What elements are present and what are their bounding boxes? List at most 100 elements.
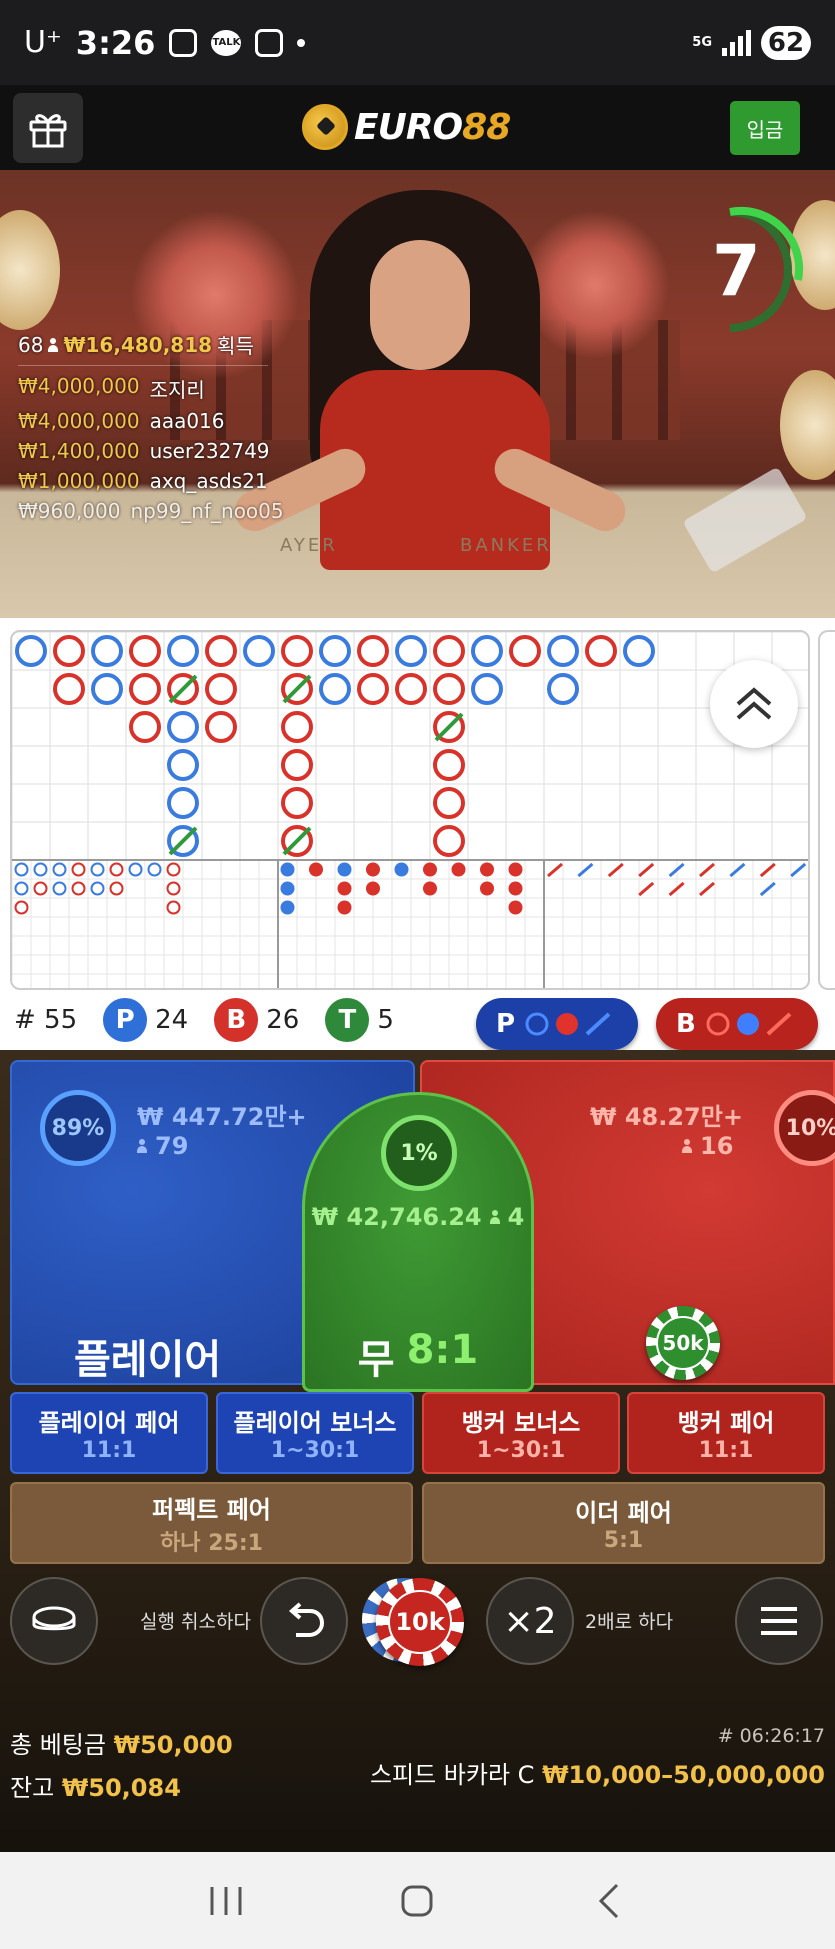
small-road-mark: [309, 862, 323, 877]
small-road-mark: [508, 900, 523, 915]
perfect-pair-button[interactable]: 퍼펙트 페어 하나 25:1: [10, 1482, 413, 1564]
card-shoe: [682, 466, 808, 574]
dealer-face: [370, 240, 470, 370]
big-road-mark: [547, 673, 579, 705]
winner-amount: ₩4,000,000: [18, 409, 140, 433]
cockroach-mark: [759, 881, 776, 897]
big-road-mark: [205, 635, 237, 667]
big-road-mark: [243, 635, 275, 667]
big-eye-mark: [14, 862, 29, 877]
lantern: [0, 210, 60, 330]
player-badge: P: [103, 998, 148, 1042]
big-eye-mark: [90, 862, 105, 877]
player-label: 플레이어: [74, 1337, 222, 1383]
chip-stack-icon: [32, 1606, 76, 1631]
winners-total: ₩16,480,818: [63, 332, 213, 357]
total-bet-value: ₩50,000: [113, 1731, 233, 1759]
big-road-mark: [357, 673, 389, 705]
undo-button[interactable]: [260, 1577, 348, 1665]
bet-totals: 총 베팅금 ₩50,000 잔고 ₩50,084: [10, 1725, 233, 1811]
side-bet-odds: 1~30:1: [270, 1438, 360, 1463]
back-icon[interactable]: [589, 1881, 629, 1921]
person-icon: [137, 1139, 147, 1153]
big-road-mark: [281, 711, 313, 743]
player-pair-button[interactable]: 플레이어 페어 11:1: [10, 1392, 208, 1474]
scoreboard[interactable]: [10, 630, 810, 990]
home-icon[interactable]: [397, 1881, 437, 1921]
round-count: # 55: [14, 1005, 78, 1035]
winners-suffix: 획득: [217, 334, 254, 358]
tie-percent-ring: 1%: [381, 1115, 457, 1191]
screenshot-icon: [255, 28, 284, 57]
either-pair-button[interactable]: 이더 페어 5:1: [422, 1482, 825, 1564]
double-label: 2배로 하다: [585, 1611, 674, 1633]
side-bet-odds: 5:1: [603, 1528, 644, 1553]
side-bet-odds: 11:1: [698, 1438, 754, 1463]
big-road-mark: [395, 673, 427, 705]
big-road-mark: [129, 711, 161, 743]
big-road-mark: [395, 635, 427, 667]
small-road-mark: [366, 862, 380, 877]
recent-apps-icon[interactable]: [206, 1883, 246, 1919]
selected-chip-value: 10k: [388, 1590, 452, 1654]
small-road-mark: [394, 862, 409, 877]
side-bet-odds: 1~30:1: [476, 1438, 566, 1463]
expand-roadmap-button[interactable]: [710, 660, 798, 748]
selected-chip[interactable]: 10k: [376, 1578, 464, 1666]
kakaotalk-icon: TALK: [211, 29, 242, 56]
network-type: 5G: [692, 34, 712, 50]
big-road-mark: [509, 635, 541, 667]
banker-ask-button[interactable]: B: [656, 998, 818, 1050]
chip-selector[interactable]: 10k: [362, 1578, 472, 1668]
big-road-mark: [357, 635, 389, 667]
big-road-mark: [167, 711, 199, 743]
placed-chip: 50k: [646, 1306, 720, 1380]
big-eye-mark: [33, 881, 48, 896]
big-road-mark: [91, 635, 123, 667]
big-eye-mark: [14, 900, 29, 915]
player-wins-count: 24: [155, 1005, 189, 1035]
winner-amount: ₩1,400,000: [18, 439, 140, 463]
small-road-mark: [280, 900, 295, 915]
player-ask-button[interactable]: P: [476, 998, 638, 1050]
big-eye-mark: [166, 862, 181, 877]
tie-bet-spot[interactable]: 1% ₩ 42,746.24 4 무 8:1: [302, 1092, 534, 1392]
live-dealer-video: AYER BANKER 7 68 ₩16,480,818 획득 ₩4,000,0…: [0, 170, 835, 618]
tie-badge: T: [325, 998, 370, 1042]
cockroach-mark: [790, 862, 807, 878]
small-road-mark: [337, 900, 352, 915]
person-icon: [489, 1210, 500, 1224]
big-road-mark: [281, 749, 313, 781]
gift-button[interactable]: [13, 93, 83, 163]
table-banker-text: BANKER: [460, 535, 552, 556]
big-road-mark: [167, 787, 199, 819]
status-bar: U⁺ 3:26 TALK 5G 62: [0, 0, 835, 85]
menu-button[interactable]: [735, 1577, 823, 1665]
big-road-mark: [281, 635, 313, 667]
big-road-mark: [433, 635, 465, 667]
winner-name: aaa016: [149, 409, 225, 433]
player-bonus-button[interactable]: 플레이어 보너스 1~30:1: [216, 1392, 414, 1474]
winner-amount: ₩960,000: [18, 499, 121, 523]
double-button[interactable]: ×2: [486, 1577, 574, 1665]
total-bet-label: 총 베팅금: [10, 1731, 106, 1759]
small-road-mark: [423, 862, 437, 877]
big-eye-mark: [71, 862, 86, 877]
tie-label: 무: [357, 1337, 395, 1383]
banker-badge: B: [214, 998, 259, 1042]
banker-pair-button[interactable]: 뱅커 페어 11:1: [627, 1392, 825, 1474]
cockroach-mark: [638, 862, 655, 878]
small-road-mark: [366, 881, 380, 896]
big-road-mark: [623, 635, 655, 667]
clock: 3:26: [75, 23, 156, 62]
winner-name: np99_nf_noo05: [130, 499, 284, 523]
banker-bonus-button[interactable]: 뱅커 보너스 1~30:1: [422, 1392, 620, 1474]
deposit-button[interactable]: 입금: [730, 101, 800, 155]
winner-name: 조지리: [149, 378, 205, 402]
banker-wins: B 26: [214, 998, 299, 1042]
big-road-mark: [167, 749, 199, 781]
chip-stack-button[interactable]: [10, 1577, 98, 1665]
player-wins: P 24: [103, 998, 188, 1042]
cockroach-mark: [577, 862, 594, 878]
cockroach-mark: [607, 862, 624, 878]
